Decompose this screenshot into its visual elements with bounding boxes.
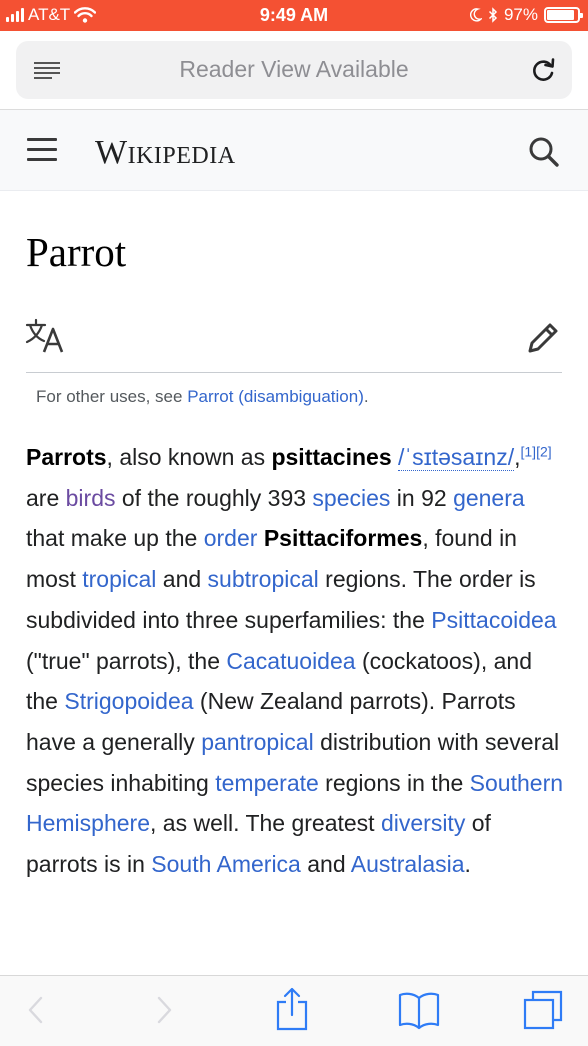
wikipedia-logo[interactable]: Wikipedia	[95, 134, 236, 172]
pencil-icon[interactable]	[526, 321, 560, 355]
search-icon[interactable]	[528, 136, 560, 168]
book-icon[interactable]	[397, 990, 441, 1030]
link-psittacoidea[interactable]: Psittacoidea	[431, 607, 556, 633]
ipa-pronunciation-link[interactable]: /ˈsɪtəsaɪnz/	[398, 444, 515, 471]
translate-icon[interactable]	[24, 317, 66, 355]
wikipedia-header: Wikipedia	[0, 109, 588, 191]
battery-icon	[544, 7, 583, 23]
text: , also known as	[106, 444, 272, 470]
status-right: 97%	[469, 5, 583, 25]
link-strigopoidea[interactable]: Strigopoidea	[64, 688, 193, 714]
page-title: Parrot	[26, 229, 127, 275]
hamburger-icon[interactable]	[27, 138, 59, 162]
chevron-right-icon[interactable]	[154, 990, 176, 1030]
hatnote-period: .	[363, 387, 369, 406]
term-parrots: Parrots	[26, 444, 107, 470]
text: ("true" parrots), the	[26, 647, 227, 674]
bluetooth-icon	[488, 7, 498, 23]
section-divider	[26, 372, 562, 373]
link-south-america[interactable]: South America	[151, 851, 301, 877]
text: .	[464, 851, 471, 878]
status-bar: AT&T 9:49 AM 97%	[0, 0, 588, 31]
link-birds[interactable]: birds	[66, 485, 116, 511]
text: are	[26, 484, 66, 511]
link-subtropical[interactable]: subtropical	[208, 566, 319, 592]
link-australasia[interactable]: Australasia	[351, 851, 465, 877]
text: of the roughly 393	[115, 484, 313, 511]
term-psittacines: psittacines	[271, 444, 392, 470]
address-bar[interactable]: Reader View Available	[16, 41, 572, 99]
reload-icon[interactable]	[530, 56, 558, 84]
citation-link[interactable]: [1]	[520, 443, 536, 459]
address-bar-text[interactable]: Reader View Available	[16, 56, 572, 83]
citation-link[interactable]: [2]	[536, 443, 552, 459]
link-cacatuoidea[interactable]: Cacatuoidea	[226, 648, 355, 674]
text: regions in the	[318, 769, 470, 796]
text: and	[300, 851, 351, 878]
term-psittaciformes: Psittaciformes	[263, 525, 423, 552]
link-pantropical[interactable]: pantropical	[201, 729, 314, 755]
bottom-toolbar	[0, 975, 588, 1046]
hatnote-text: For other uses, see	[36, 387, 188, 406]
link-genera[interactable]: genera	[453, 485, 525, 511]
text: and	[156, 566, 208, 593]
chevron-left-icon[interactable]	[24, 990, 46, 1030]
text: in 92	[390, 484, 454, 511]
link-temperate[interactable]: temperate	[215, 770, 319, 796]
hatnote: For other uses, see Parrot (disambiguati…	[36, 387, 369, 407]
battery-percent: 97%	[503, 5, 538, 24]
disambiguation-link[interactable]: Parrot (disambiguation)	[187, 387, 364, 406]
link-species[interactable]: species	[312, 485, 390, 511]
safari-address-area: Reader View Available	[0, 31, 588, 109]
moon-icon	[469, 8, 482, 22]
text: that make up the	[26, 525, 204, 552]
lead-paragraph: Parrots, also known as psittacines /ˈsɪt…	[26, 437, 566, 885]
text: , as well. The greatest	[150, 810, 381, 837]
link-diversity[interactable]: diversity	[381, 810, 465, 836]
link-tropical[interactable]: tropical	[82, 566, 156, 592]
share-icon[interactable]	[275, 986, 309, 1032]
tabs-icon[interactable]	[522, 988, 564, 1032]
link-order[interactable]: order	[204, 525, 258, 551]
